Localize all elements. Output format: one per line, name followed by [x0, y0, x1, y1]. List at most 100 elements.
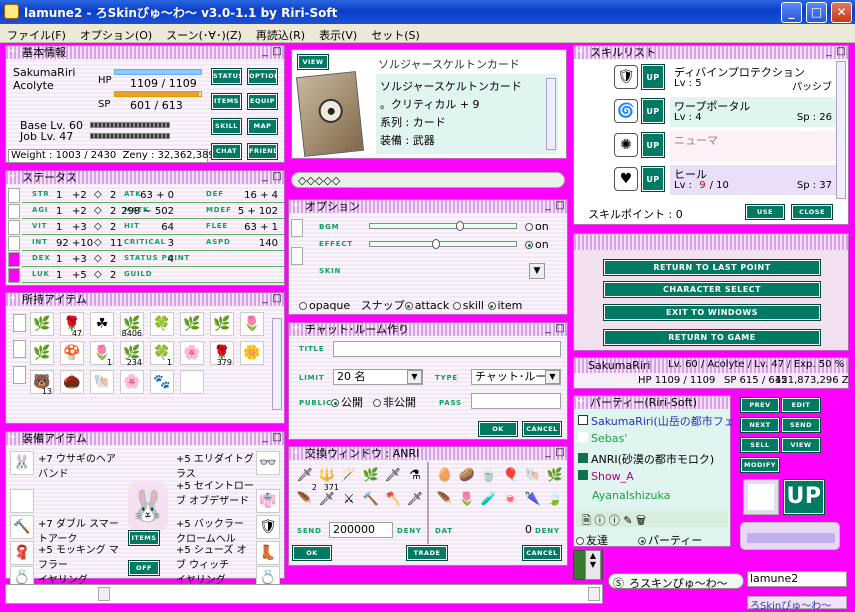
modify-button[interactable]: MODIFY	[740, 457, 780, 473]
inventory-item[interactable]: 🌿	[30, 341, 54, 365]
inventory-item[interactable]: 🐻 13	[30, 370, 54, 396]
chatroom-title-input[interactable]	[333, 341, 561, 357]
party-title[interactable]: パーティー(Riri-Soft)	[574, 396, 730, 409]
inventory-item[interactable]: 🐚	[90, 370, 114, 394]
party-member-3[interactable]: ANRI(砂漠の都市モロク)	[578, 451, 714, 467]
trade-receive-item[interactable]: 🌿	[545, 468, 565, 488]
chat-input-bar[interactable]	[5, 584, 603, 604]
trade-title[interactable]: 交換ウィンドウ : ANRI	[289, 447, 567, 460]
equip-off-button[interactable]: OFF	[128, 560, 160, 576]
attack-radio[interactable]: attack	[404, 299, 449, 312]
minimize-icon[interactable]: _	[260, 46, 270, 58]
edit-button[interactable]: EDIT	[781, 397, 821, 413]
trade-receive-item[interactable]: 🥚	[435, 468, 455, 488]
effect-on-toggle[interactable]: on	[525, 238, 549, 251]
inventory-item[interactable]	[180, 370, 204, 394]
party-tool-icons[interactable]: 🗎 ⓘ ⓘ ✎ 🗑	[582, 512, 646, 531]
chat-options-button[interactable]	[588, 587, 600, 601]
sell-button[interactable]: SELL	[740, 437, 780, 453]
inventory-item[interactable]: ☘	[90, 312, 114, 336]
basic-info-title[interactable]: 基本情報	[6, 46, 284, 59]
trade-receive-item[interactable]: 🌂	[523, 492, 543, 512]
skill-button[interactable]: SKILL	[211, 118, 242, 135]
shoes-slot-icon[interactable]: 👢	[256, 541, 280, 565]
minimize-icon[interactable]: _	[543, 447, 553, 459]
trade-offer-item[interactable]: 🗡 2	[295, 468, 317, 492]
inventory-item[interactable]: 🌿 234	[120, 341, 144, 367]
inventory-item[interactable]: 🌷 1	[90, 341, 114, 367]
maximize-icon[interactable]: □	[555, 447, 565, 459]
inventory-item[interactable]: 🌹 379	[210, 341, 234, 367]
status-title[interactable]: ステータス	[6, 171, 284, 184]
options-title[interactable]: オプション	[289, 200, 567, 213]
skill-use-button[interactable]: USE	[745, 204, 785, 220]
minimap-scroll[interactable]: ▲ ▼	[585, 550, 601, 580]
staff-slot-icon[interactable]: 🔨	[10, 515, 34, 539]
skill-list-title[interactable]: スキルリスト	[574, 46, 848, 59]
minimize-icon[interactable]: _	[824, 46, 834, 58]
menu-option[interactable]: オプション(O)	[73, 24, 159, 43]
inventory-item[interactable]: 🌼	[240, 341, 264, 365]
inventory-item[interactable]: 🌸	[180, 341, 204, 365]
item-radio[interactable]: item	[487, 299, 522, 312]
prev-button[interactable]: PREV	[740, 397, 780, 413]
card-scrollbar[interactable]	[546, 78, 556, 150]
option-button[interactable]: OPTION	[247, 68, 278, 85]
maximize-icon[interactable]: □	[836, 46, 846, 58]
minimize-button[interactable]: _	[781, 2, 802, 23]
items-button[interactable]: ITEMS	[211, 93, 242, 110]
trade-receive-item[interactable]: 🎈	[501, 468, 521, 488]
big-up-button[interactable]: UP	[783, 479, 825, 515]
party-member-2[interactable]: Sebas'	[578, 432, 627, 445]
equip-title[interactable]: 装備アイテム	[6, 432, 284, 445]
inventory-item[interactable]: 🌰	[60, 370, 84, 394]
bgm-on-toggle[interactable]: on	[525, 220, 549, 233]
friend-radio[interactable]: 友達	[576, 532, 608, 548]
trade-offer-item[interactable]: 🪄	[339, 468, 359, 488]
maximize-icon[interactable]: □	[272, 171, 282, 183]
skill-scrollbar[interactable]	[836, 61, 846, 199]
trade-offer-item[interactable]: 🔱 371	[317, 468, 339, 492]
maximize-button[interactable]: □	[806, 2, 827, 23]
menu-view[interactable]: 表示(V)	[312, 24, 364, 43]
skill-row[interactable]: 🌀 UP ワープポータル Lv : 4 Sp : 26	[614, 97, 836, 127]
inventory-item[interactable]: 🌷	[240, 312, 264, 336]
trade-offer-item[interactable]: 🗡	[405, 492, 425, 512]
trade-offer-item[interactable]: 🔨	[361, 492, 381, 512]
inventory-item[interactable]: 🌿	[30, 312, 54, 336]
inventory-tab-2[interactable]	[13, 340, 26, 358]
menu-soon[interactable]: スーン(･∀･)(Z)	[159, 24, 249, 43]
trade-offer-item[interactable]: ⚗	[405, 468, 425, 488]
chat-mode-button[interactable]	[98, 587, 110, 601]
card-slot-strip[interactable]: ◇◇◇◇◇	[291, 172, 565, 188]
party-member-1[interactable]: SakumaRiri(山岳の都市フェ	[578, 413, 735, 429]
trade-receive-item[interactable]: 🍵	[479, 468, 499, 488]
maximize-icon[interactable]: □	[272, 293, 282, 305]
glasses-slot-icon[interactable]: 👓	[256, 451, 280, 475]
skill-row[interactable]: ♥ UP ヒール Lv : 9/ 10 Sp : 37	[614, 165, 836, 195]
exit-windows-button[interactable]: EXIT TO WINDOWS	[603, 304, 821, 321]
inventory-item[interactable]: 🌿	[210, 312, 234, 336]
robe-slot-icon[interactable]: 👘	[256, 489, 280, 513]
party-radio[interactable]: パーティー	[638, 532, 702, 548]
trade-receive-item[interactable]: 🍬	[501, 492, 521, 512]
private-radio[interactable]: 非公開	[373, 394, 416, 410]
maximize-icon[interactable]: □	[272, 46, 282, 58]
skill-up-button[interactable]: UP	[641, 132, 665, 158]
inventory-item[interactable]: 🌿 8406	[120, 312, 144, 338]
pass-input[interactable]	[471, 393, 561, 409]
trade-receive-item[interactable]: 🧪	[479, 492, 499, 512]
inventory-tab-3[interactable]	[13, 366, 26, 384]
trade-offer-item[interactable]: 🗡	[317, 492, 337, 512]
trade-ok-button[interactable]: OK	[292, 545, 332, 561]
friend-button[interactable]: FRIEND	[247, 143, 278, 160]
status-button[interactable]: STATUS	[211, 68, 242, 85]
trade-cancel-button[interactable]: CANCEL	[522, 545, 562, 561]
card-view-button[interactable]: VIEW	[297, 54, 329, 70]
trade-offer-item[interactable]: ⚔	[339, 492, 359, 512]
inventory-item[interactable]: 🍀 1	[150, 341, 174, 367]
stat-raise-icon[interactable]: ◇	[94, 237, 102, 248]
trade-receive-item[interactable]: 🥔	[457, 468, 477, 488]
maximize-icon[interactable]: □	[555, 200, 565, 212]
stat-raise-icon[interactable]: ◇	[94, 269, 102, 280]
